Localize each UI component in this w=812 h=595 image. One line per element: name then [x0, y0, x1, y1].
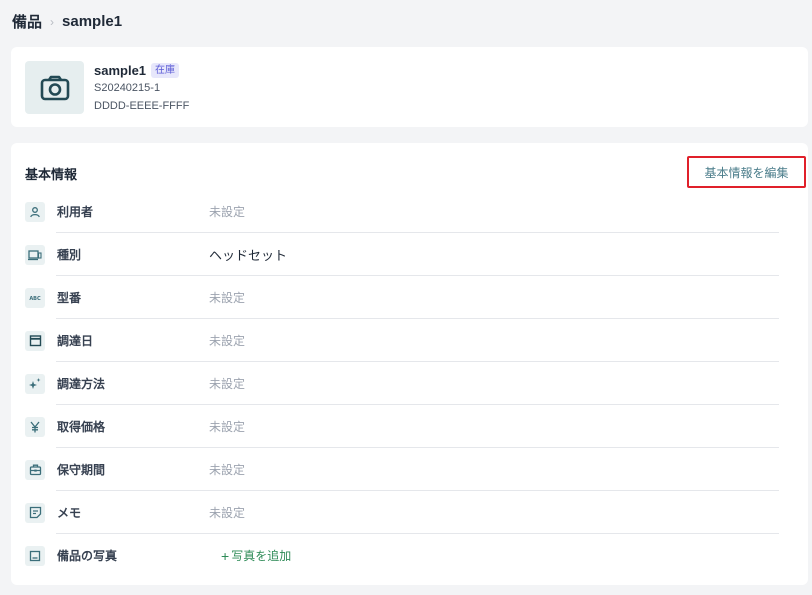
row-label: 調達日 — [57, 334, 94, 348]
asset-code: S20240215-1 — [94, 82, 161, 94]
row-value: ヘッドセット — [209, 248, 288, 263]
info-row-price: 取得価格 未設定 — [25, 405, 793, 448]
info-row-model: ABC 型番 未設定 — [25, 276, 793, 319]
add-photo-button[interactable]: + 写真を追加 — [221, 547, 291, 564]
section-title: 基本情報 — [25, 167, 78, 182]
calendar-icon — [25, 330, 45, 351]
row-label: 保守期間 — [57, 463, 106, 477]
row-value: 未設定 — [209, 291, 246, 305]
model-number-icon: ABC — [25, 287, 45, 308]
row-value: 未設定 — [209, 377, 246, 391]
asset-summary-card: sample1 在庫 S20240215-1 DDDD-EEEE-FFFF — [11, 47, 808, 127]
row-label: 調達方法 — [57, 377, 106, 391]
info-row-user: 利用者 未設定 — [25, 190, 793, 233]
user-icon — [25, 201, 45, 222]
asset-name: sample1 — [94, 63, 147, 78]
svg-text:ABC: ABC — [29, 296, 41, 302]
row-value: 未設定 — [209, 506, 246, 520]
info-row-maintenance-period: 保守期間 未設定 — [25, 448, 793, 491]
info-list: 利用者 未設定 種別 ヘッドセット ABC 型番 未設定 調達日 未設定 調達方… — [25, 190, 793, 577]
row-value: 未設定 — [209, 334, 246, 348]
asset-name-row: sample1 在庫 — [94, 63, 180, 78]
edit-basic-info-button[interactable]: 基本情報を編集 — [687, 156, 806, 188]
memo-icon — [25, 502, 45, 523]
row-value: 未設定 — [209, 205, 246, 219]
asset-serial: DDDD-EEEE-FFFF — [94, 100, 190, 112]
row-label: メモ — [57, 506, 82, 520]
plus-icon: + — [221, 547, 230, 564]
row-value: 未設定 — [209, 420, 246, 434]
breadcrumb-root[interactable]: 備品 — [12, 11, 42, 32]
device-icon — [25, 244, 45, 265]
row-label: 種別 — [57, 248, 82, 262]
yen-icon — [25, 416, 45, 437]
toolbox-icon — [25, 459, 45, 480]
image-icon — [25, 545, 45, 566]
camera-icon — [40, 75, 69, 100]
row-label: 利用者 — [57, 205, 94, 219]
breadcrumb-current: sample1 — [62, 13, 123, 30]
breadcrumb: 備品 › sample1 — [12, 11, 122, 32]
asset-photo-placeholder — [25, 61, 84, 114]
info-row-procured-date: 調達日 未設定 — [25, 319, 793, 362]
info-row-procurement-method: 調達方法 未設定 — [25, 362, 793, 405]
row-label: 型番 — [57, 291, 82, 305]
info-row-photos: 備品の写真 + 写真を追加 — [25, 534, 793, 577]
row-label: 取得価格 — [57, 420, 106, 434]
row-label: 備品の写真 — [57, 549, 118, 563]
basic-info-card: 基本情報 基本情報を編集 利用者 未設定 種別 ヘッドセット ABC 型番 未設… — [11, 143, 808, 585]
row-value: 未設定 — [209, 463, 246, 477]
breadcrumb-separator-icon: › — [50, 14, 55, 29]
info-row-memo: メモ 未設定 — [25, 491, 793, 534]
sparkle-icon — [25, 373, 45, 394]
info-row-type: 種別 ヘッドセット — [25, 233, 793, 276]
status-badge: 在庫 — [151, 63, 180, 78]
add-photo-label: 写真を追加 — [231, 549, 292, 563]
